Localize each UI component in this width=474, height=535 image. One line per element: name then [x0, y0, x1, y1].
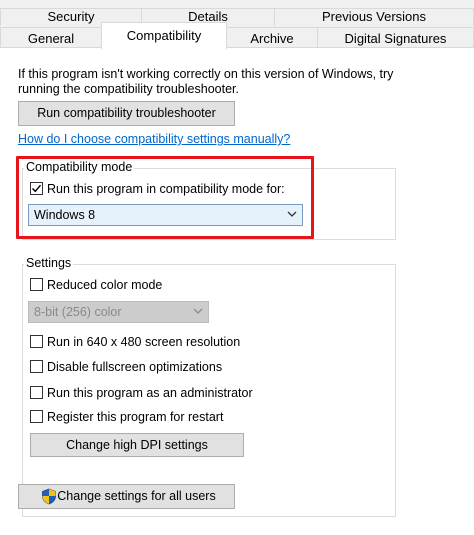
intro-text-line1: If this program isn't working correctly …	[18, 67, 394, 81]
help-link[interactable]: How do I choose compatibility settings m…	[18, 132, 290, 146]
run-640-checkbox[interactable]	[30, 335, 43, 348]
tab-general-label: General	[27, 31, 75, 46]
settings-legend: Settings	[24, 256, 74, 270]
run-troubleshooter-button[interactable]: Run compatibility troubleshooter	[18, 101, 235, 126]
chevron-down-icon	[193, 308, 203, 314]
change-dpi-button[interactable]: Change high DPI settings	[30, 433, 244, 457]
tab-general[interactable]: General	[0, 27, 102, 48]
compatibility-panel: If this program isn't working correctly …	[0, 47, 474, 535]
reduced-color-checkbox[interactable]	[30, 278, 43, 291]
tab-digital-signatures-label: Digital Signatures	[344, 31, 447, 46]
tab-strip: Security Details Previous Versions Gener…	[0, 0, 474, 49]
run-admin-label: Run this program as an administrator	[47, 386, 253, 400]
run-640-label: Run in 640 x 480 screen resolution	[47, 335, 241, 349]
color-depth-select: 8-bit (256) color	[28, 301, 209, 323]
intro-text-line2: running the compatibility troubleshooter…	[18, 82, 239, 96]
reduced-color-label: Reduced color mode	[47, 278, 163, 292]
run-admin-checkbox[interactable]	[30, 386, 43, 399]
color-depth-value: 8-bit (256) color	[34, 305, 122, 319]
tab-security-label: Security	[47, 9, 95, 24]
tab-previous-versions[interactable]: Previous Versions	[274, 8, 474, 26]
uac-shield-icon	[42, 488, 56, 505]
tab-digital-signatures[interactable]: Digital Signatures	[317, 27, 474, 48]
change-all-users-button[interactable]: Change settings for all users	[18, 484, 235, 509]
register-restart-label: Register this program for restart	[47, 410, 224, 424]
disable-fullscreen-checkbox[interactable]	[30, 360, 43, 373]
highlight-frame	[16, 156, 314, 239]
register-restart-checkbox[interactable]	[30, 410, 43, 423]
change-dpi-label: Change high DPI settings	[66, 438, 208, 452]
tab-compatibility-label: Compatibility	[126, 28, 202, 43]
tab-previous-versions-label: Previous Versions	[321, 9, 427, 24]
tab-archive-label: Archive	[250, 31, 294, 46]
tab-compatibility[interactable]: Compatibility	[101, 22, 227, 49]
tab-archive[interactable]: Archive	[226, 27, 318, 48]
disable-fullscreen-label: Disable fullscreen optimizations	[47, 360, 223, 374]
change-all-users-label: Change settings for all users	[57, 489, 216, 503]
run-troubleshooter-label: Run compatibility troubleshooter	[37, 106, 216, 120]
